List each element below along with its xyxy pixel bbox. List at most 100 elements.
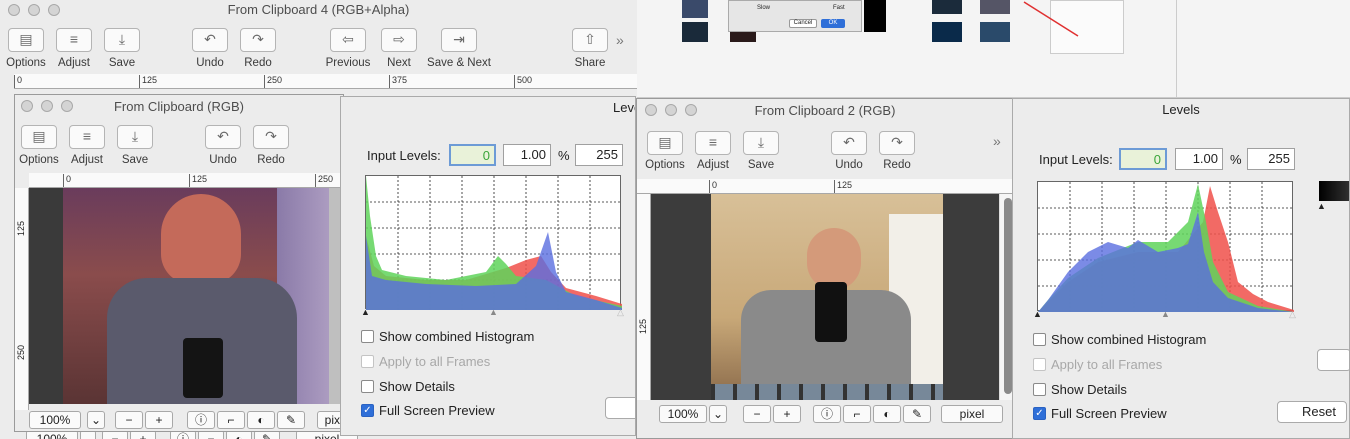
- ruler-tick: 500: [514, 75, 532, 88]
- zoom-out-button[interactable]: −: [115, 411, 143, 429]
- adjust-icon[interactable]: ≡: [695, 131, 731, 155]
- ruler-tick: 125: [834, 180, 852, 193]
- ok-button[interactable]: OK: [821, 19, 845, 28]
- ruler-tick: 250: [315, 174, 333, 187]
- gamma-field[interactable]: 1.00: [503, 144, 551, 166]
- info-icon[interactable]: ⓘ: [187, 411, 215, 429]
- full-screen-preview-checkbox[interactable]: ✓ Full Screen Preview: [361, 403, 495, 421]
- adjust-icon[interactable]: ≡: [56, 28, 92, 52]
- full-screen-preview-checkbox[interactable]: ✓ Full Screen Preview: [1033, 406, 1167, 424]
- show-details-checkbox[interactable]: Show Details: [361, 379, 455, 397]
- gamma-slider-icon[interactable]: ▲: [1161, 309, 1170, 319]
- divider-line: [1176, 0, 1177, 98]
- save-next-icon[interactable]: ⇥: [441, 28, 477, 52]
- zoom-dropdown[interactable]: ⌄: [87, 411, 105, 429]
- redo-icon[interactable]: ↷: [240, 28, 276, 52]
- wrench-icon[interactable]: ✎: [903, 405, 931, 423]
- levels-title: Levels: [1162, 102, 1200, 117]
- color-icon[interactable]: ◐: [873, 405, 901, 423]
- gamma-slider-icon[interactable]: ▲: [489, 307, 498, 317]
- black-point-field[interactable]: 0: [1119, 148, 1167, 170]
- white-point-field[interactable]: 255: [575, 144, 623, 166]
- ruler-tick: 0: [63, 174, 71, 187]
- ruler-tick: 125: [189, 174, 207, 187]
- zoom-button[interactable]: [48, 4, 60, 16]
- undo-icon[interactable]: ↶: [205, 125, 241, 149]
- apply-to-all-frames-checkbox: Apply to all Frames: [1033, 357, 1162, 375]
- options-icon[interactable]: ▤: [21, 125, 57, 149]
- undo-icon[interactable]: ↶: [192, 28, 228, 52]
- show-combined-histogram-checkbox[interactable]: Show combined Histogram: [361, 329, 534, 347]
- zoom-dropdown[interactable]: ⌄: [709, 405, 727, 423]
- photo-man-phone: [711, 194, 943, 400]
- color-icon[interactable]: ◐: [247, 411, 275, 429]
- crop-icon[interactable]: ⌐: [217, 411, 245, 429]
- redo-icon[interactable]: ↷: [879, 131, 915, 155]
- save-icon[interactable]: ⤓: [104, 28, 140, 52]
- next-icon[interactable]: ⇨: [381, 28, 417, 52]
- red-arrow: [1022, 0, 1082, 40]
- minimize-button[interactable]: [665, 104, 677, 116]
- close-button[interactable]: [645, 104, 657, 116]
- checkbox-box: [361, 330, 374, 343]
- info-icon[interactable]: ⓘ: [813, 405, 841, 423]
- window-clipboard-2: From Clipboard 2 (RGB) ▤ Options ≡ Adjus…: [636, 98, 1014, 439]
- top-ruler: 0 125 250: [29, 173, 343, 188]
- close-button[interactable]: [21, 100, 33, 112]
- thumb-shell-2: [932, 0, 962, 14]
- slow-label: Slow: [757, 5, 771, 11]
- undo-icon[interactable]: ↶: [831, 131, 867, 155]
- minimize-button[interactable]: [28, 4, 40, 16]
- top-ruler: 0 125: [637, 179, 1013, 194]
- show-details-checkbox[interactable]: Show Details: [1033, 382, 1127, 400]
- white-point-field[interactable]: 255: [1247, 148, 1295, 170]
- right-field-partial[interactable]: [1317, 349, 1349, 371]
- previous-icon[interactable]: ⇦: [330, 28, 366, 52]
- cancel-button[interactable]: Cancel: [789, 19, 817, 28]
- histogram: [1037, 181, 1294, 312]
- fast-label: Fast: [833, 5, 845, 11]
- zoom-button[interactable]: [61, 100, 73, 112]
- unit-select[interactable]: pixel: [941, 405, 1003, 423]
- checkbox-label: Show combined Histogram: [1051, 332, 1207, 347]
- checkbox-label: Full Screen Preview: [1051, 406, 1167, 421]
- black-slider-icon[interactable]: ▲: [361, 307, 370, 317]
- minimize-button[interactable]: [41, 100, 53, 112]
- zoom-out-button[interactable]: −: [743, 405, 771, 423]
- show-combined-histogram-checkbox[interactable]: Show combined Histogram: [1033, 332, 1206, 350]
- options-icon[interactable]: ▤: [8, 28, 44, 52]
- gamma-field[interactable]: 1.00: [1175, 148, 1223, 170]
- phone: [815, 282, 847, 342]
- zoom-in-button[interactable]: +: [773, 405, 801, 423]
- left-ruler: 125: [637, 194, 651, 400]
- overflow-chevron-icon[interactable]: »: [616, 32, 624, 48]
- white-slider-icon[interactable]: △: [617, 307, 624, 318]
- close-button[interactable]: [8, 4, 20, 16]
- save-icon[interactable]: ⤓: [743, 131, 779, 155]
- zoom-field[interactable]: 100%: [659, 405, 707, 423]
- black-slider-icon[interactable]: ▲: [1033, 309, 1042, 319]
- adjust-icon[interactable]: ≡: [69, 125, 105, 149]
- reset-button[interactable]: Reset: [1277, 401, 1347, 423]
- checkbox-box: [1033, 333, 1046, 346]
- options-icon[interactable]: ▤: [647, 131, 683, 155]
- share-icon[interactable]: ⇧: [572, 28, 608, 52]
- background-screenshot: Slow Fast Cancel OK: [636, 0, 1350, 98]
- checkbox-label: Show Details: [379, 379, 455, 394]
- zoom-field[interactable]: 100%: [29, 411, 81, 429]
- redo-icon[interactable]: ↷: [253, 125, 289, 149]
- left-ruler: 125 250: [15, 188, 29, 410]
- black-point-field[interactable]: 0: [449, 144, 496, 166]
- white-slider-icon[interactable]: △: [1289, 309, 1296, 320]
- reset-button-partial[interactable]: [605, 397, 635, 419]
- zoom-in-button[interactable]: +: [145, 411, 173, 429]
- crop-icon[interactable]: ⌐: [843, 405, 871, 423]
- scroll-thumb[interactable]: [1004, 198, 1012, 394]
- save-icon[interactable]: ⤓: [117, 125, 153, 149]
- preview-black-slider-icon[interactable]: ▲: [1317, 201, 1326, 211]
- save-label: Save: [121, 154, 149, 166]
- overflow-chevron-icon[interactable]: »: [993, 133, 1001, 149]
- wrench-icon[interactable]: ✎: [277, 411, 305, 429]
- zoom-button[interactable]: [685, 104, 697, 116]
- filmstrip: [711, 384, 943, 400]
